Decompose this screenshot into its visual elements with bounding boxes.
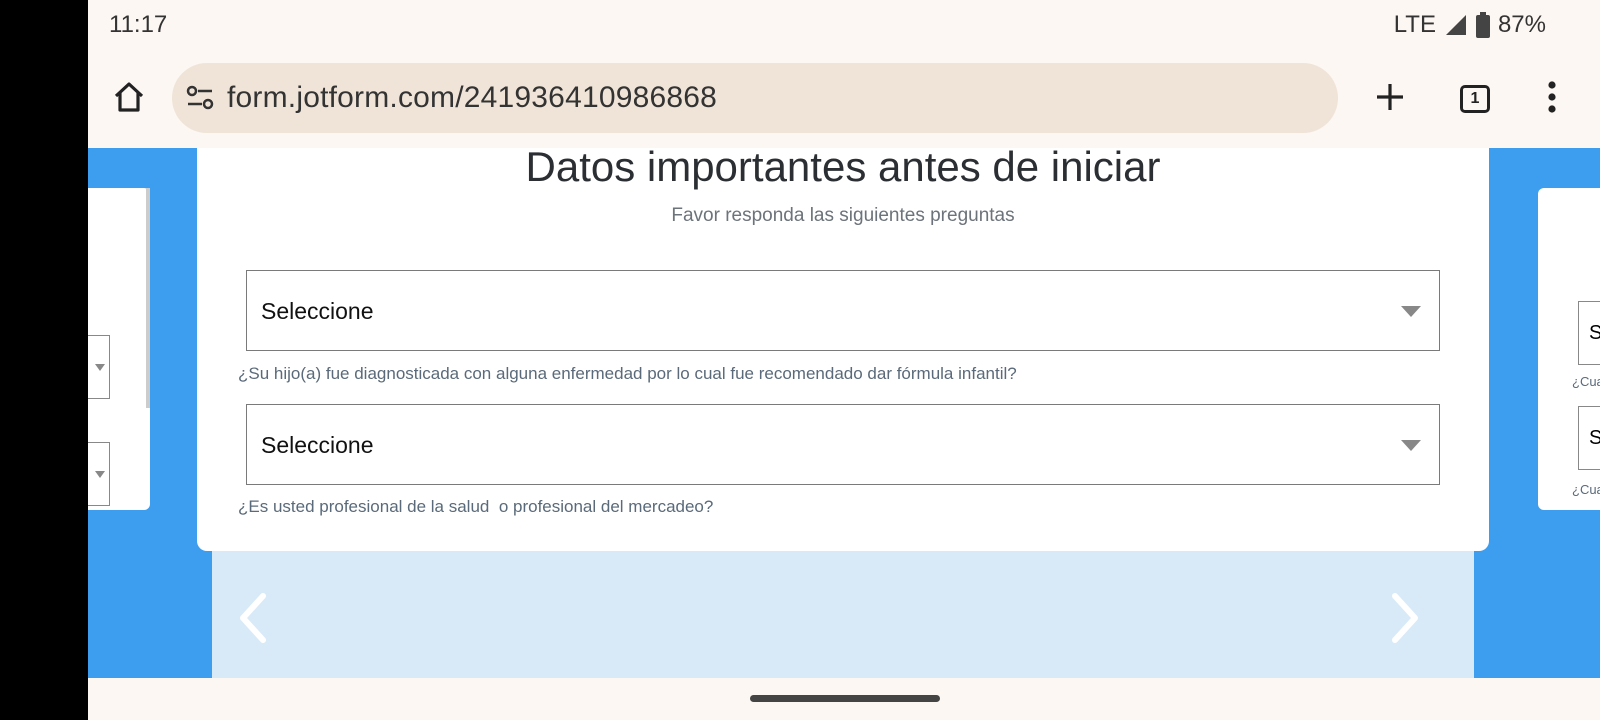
- form-title: Datos importantes antes de iniciar: [525, 148, 1161, 190]
- url-text[interactable]: form.jotform.com/241936410986868: [227, 81, 717, 115]
- chevron-down-icon: [1401, 306, 1421, 317]
- left-black-bar: [0, 0, 88, 720]
- next-card-peek[interactable]: S ¿Cua S ¿Cua: [1538, 188, 1600, 510]
- page-viewport: S ¿Cua S ¿Cua Datos importantes antes de…: [88, 148, 1600, 678]
- home-icon[interactable]: [112, 80, 146, 114]
- browser-toolbar: form.jotform.com/241936410986868 1: [88, 50, 1600, 148]
- chevron-down-icon: [95, 471, 105, 478]
- status-bar: 11:17 LTE 87%: [88, 0, 1600, 50]
- chevron-right-icon[interactable]: [1385, 588, 1425, 648]
- peek-select[interactable]: [88, 442, 110, 506]
- home-indicator[interactable]: [750, 695, 940, 702]
- scrollbar[interactable]: [146, 188, 150, 408]
- peek-select[interactable]: [88, 335, 110, 399]
- question-1-caption: ¿Su hijo(a) fue diagnosticada con alguna…: [238, 364, 1017, 383]
- question-2-select[interactable]: Seleccione: [246, 404, 1440, 485]
- previous-card-peek[interactable]: [88, 188, 150, 510]
- chevron-down-icon: [1401, 440, 1421, 451]
- peek-caption: ¿Cua: [1572, 482, 1600, 497]
- network-label: LTE: [1393, 11, 1436, 38]
- peek-caption: ¿Cua: [1572, 374, 1600, 389]
- card-background: [212, 543, 1474, 678]
- form-subtitle: Favor responda las siguientes preguntas: [671, 205, 1015, 226]
- chevron-down-icon: [95, 364, 105, 371]
- question-1-select[interactable]: Seleccione: [246, 270, 1440, 351]
- form-card: Datos importantes antes de iniciar Favor…: [197, 148, 1489, 551]
- signal-icon: [1445, 15, 1466, 35]
- more-vert-icon[interactable]: [1547, 80, 1557, 114]
- question-2-caption: ¿Es usted profesional de la salud o prof…: [238, 497, 714, 516]
- status-time: 11:17: [109, 11, 168, 38]
- peek-select[interactable]: S: [1578, 406, 1600, 470]
- plus-icon[interactable]: [1373, 80, 1407, 114]
- tune-icon[interactable]: [186, 85, 214, 111]
- battery-icon: [1475, 12, 1490, 38]
- tabs-icon[interactable]: 1: [1460, 85, 1490, 113]
- address-bar[interactable]: form.jotform.com/241936410986868: [172, 63, 1338, 133]
- peek-select[interactable]: S: [1578, 301, 1600, 365]
- select-value: Seleccione: [261, 298, 374, 324]
- select-value: Seleccione: [261, 432, 374, 458]
- navigation-bar: [88, 678, 1600, 720]
- battery-percent: 87%: [1497, 11, 1546, 38]
- status-indicators: LTE 87%: [1394, 11, 1546, 39]
- chevron-left-icon[interactable]: [233, 588, 273, 648]
